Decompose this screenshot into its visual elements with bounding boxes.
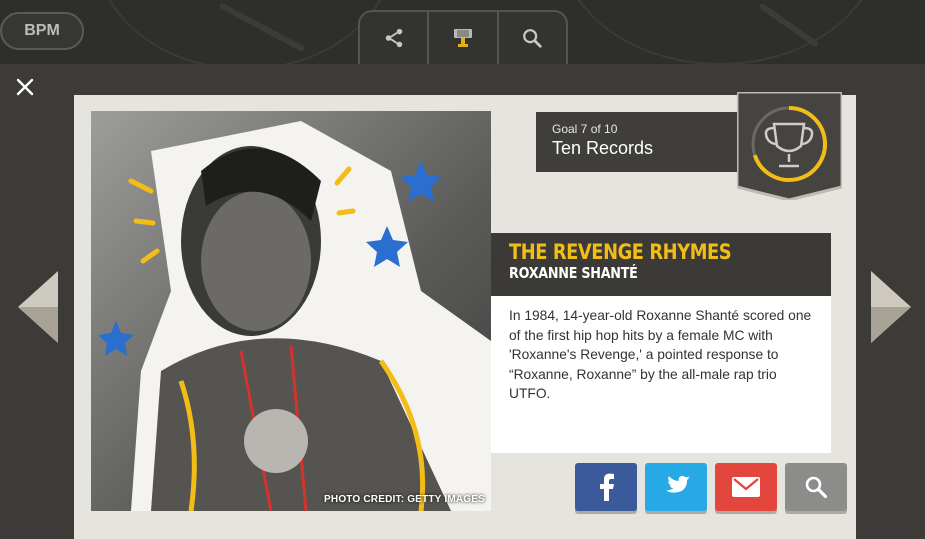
story-description: In 1984, 14-year-old Roxanne Shanté scor… — [491, 296, 831, 453]
story-modal: PHOTO CREDIT: GETTY IMAGES Goal 7 of 10 … — [0, 64, 925, 539]
top-toolbar — [358, 10, 568, 64]
search-icon — [805, 476, 828, 499]
search-share-button[interactable] — [785, 463, 847, 511]
next-button[interactable] — [869, 269, 913, 345]
turntable-right-graphic — [560, 0, 880, 64]
goal-progress-label: Goal 7 of 10 — [552, 122, 618, 136]
trophy-icon — [453, 29, 472, 47]
search-button[interactable] — [499, 12, 566, 64]
twitter-share-button[interactable] — [645, 463, 707, 511]
goal-title: Ten Records — [552, 138, 654, 158]
search-icon — [523, 29, 542, 48]
turntable-left-graphic — [95, 0, 395, 64]
facebook-icon — [600, 473, 614, 501]
share-icon — [385, 28, 402, 48]
share-button[interactable] — [360, 12, 430, 64]
close-button[interactable] — [12, 74, 38, 100]
twitter-icon — [665, 476, 690, 493]
artist-photo: PHOTO CREDIT: GETTY IMAGES — [91, 111, 491, 511]
facebook-share-button[interactable] — [575, 463, 637, 511]
story-title: THE REVENGE RHYMES — [509, 240, 732, 264]
email-icon — [732, 477, 760, 497]
top-bar: BPM — [0, 0, 925, 64]
arrow-right-icon — [871, 271, 911, 343]
story-header: THE REVENGE RHYMES ROXANNE SHANTÉ — [491, 233, 831, 296]
story-card: PHOTO CREDIT: GETTY IMAGES Goal 7 of 10 … — [74, 92, 856, 539]
email-share-button[interactable] — [715, 463, 777, 511]
story-artist: ROXANNE SHANTÉ — [509, 264, 638, 283]
photo-credit: PHOTO CREDIT: GETTY IMAGES — [324, 494, 485, 505]
arrow-left-icon — [18, 271, 58, 343]
goals-button[interactable] — [429, 12, 499, 64]
goal-banner: Goal 7 of 10 Ten Records — [536, 112, 741, 172]
goal-badge — [737, 92, 842, 200]
previous-button[interactable] — [16, 269, 60, 345]
photo-illustration — [98, 121, 491, 511]
close-icon — [16, 78, 34, 96]
bpm-button[interactable]: BPM — [0, 12, 84, 50]
